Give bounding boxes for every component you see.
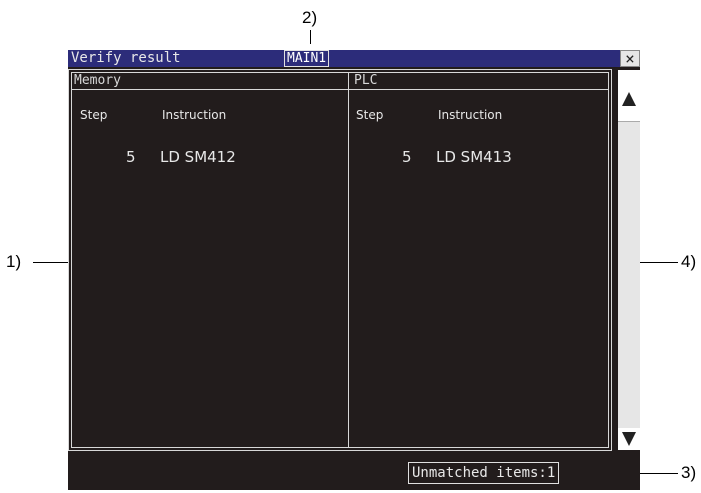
scroll-up-button[interactable] (618, 70, 640, 122)
plc-instruction-header: Instruction (438, 108, 503, 122)
memory-label: Memory (74, 73, 121, 88)
title-bar: Verify result MAIN1 (68, 50, 620, 67)
callout-3: 3) (681, 463, 697, 482)
plc-step-value: 5 (402, 148, 412, 166)
callout-2: 2) (302, 8, 318, 27)
column-divider (348, 73, 349, 447)
memory-step-value: 5 (126, 148, 136, 166)
verify-result-screen: Verify result MAIN1 × Memory Step Instru… (68, 50, 640, 490)
compare-panel-inner: Memory Step Instruction 5 LD SM412 PLC S… (71, 72, 609, 448)
memory-instruction-header: Instruction (162, 108, 227, 122)
plc-label: PLC (354, 73, 378, 88)
program-name: MAIN1 (284, 50, 330, 67)
compare-panel: Memory Step Instruction 5 LD SM412 PLC S… (68, 69, 612, 451)
window-title: Verify result (71, 50, 181, 66)
callout-1-line (33, 262, 68, 263)
close-button[interactable]: × (620, 50, 640, 67)
unmatched-items-count: Unmatched items:1 (408, 462, 560, 484)
triangle-up-icon (622, 92, 636, 106)
memory-instruction-value: LD SM412 (160, 148, 236, 166)
callout-4-line (640, 262, 678, 263)
header-separator (72, 89, 608, 90)
scroll-down-button[interactable] (618, 428, 640, 450)
callout-3-line (637, 473, 678, 474)
plc-instruction-value: LD SM413 (436, 148, 512, 166)
callout-4: 4) (681, 252, 697, 271)
callout-2-line (310, 30, 311, 44)
callout-1: 1) (6, 252, 22, 271)
triangle-down-icon (622, 432, 636, 446)
memory-step-header: Step (80, 108, 108, 122)
close-icon: × (625, 49, 635, 68)
plc-step-header: Step (356, 108, 384, 122)
vertical-scrollbar[interactable] (618, 70, 640, 450)
